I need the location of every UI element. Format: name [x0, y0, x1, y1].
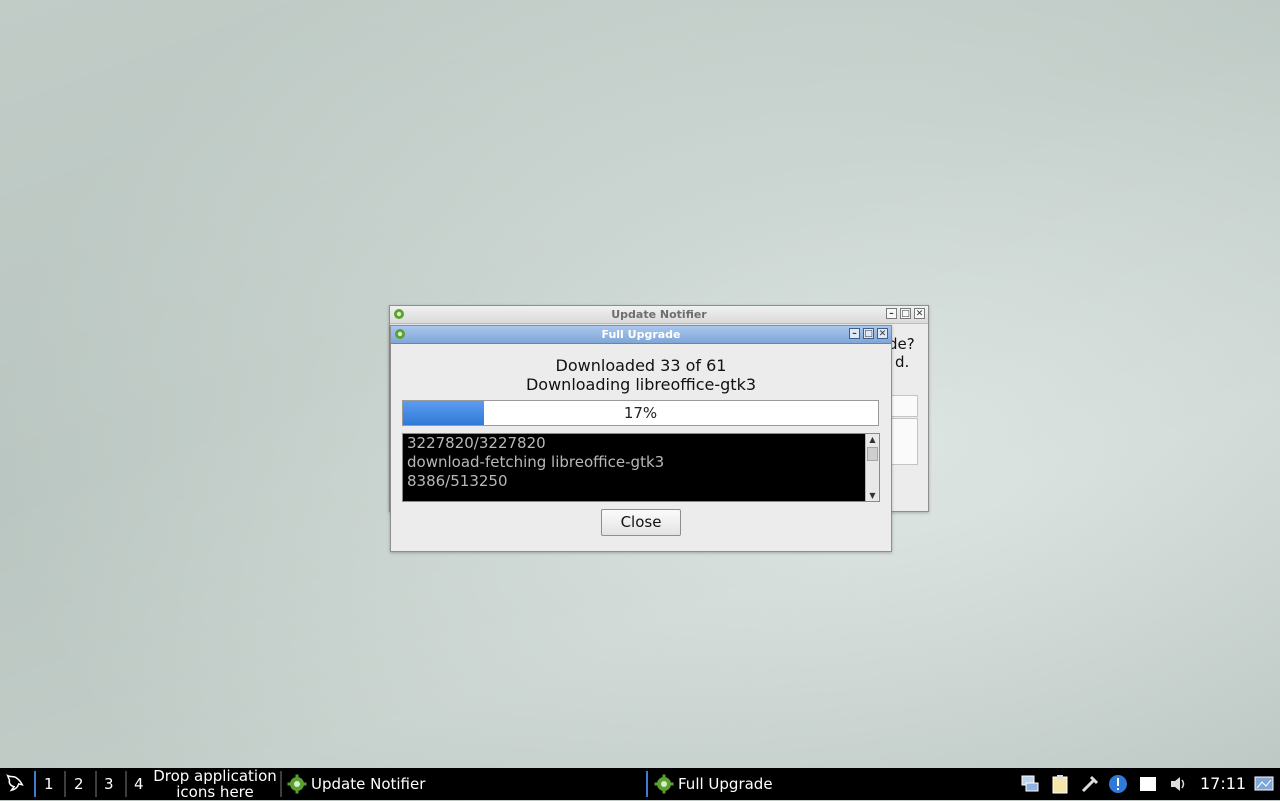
- log-scrollbar[interactable]: ▲ ▼: [865, 434, 879, 501]
- info-icon[interactable]: [1108, 774, 1128, 794]
- update-notifier-title: Update Notifier: [611, 308, 707, 321]
- workspace-2[interactable]: 2: [74, 768, 84, 800]
- gear-icon: [394, 309, 404, 319]
- notifier-list-header: [890, 395, 918, 417]
- gear-icon: [287, 774, 307, 794]
- update-notifier-titlebar[interactable]: Update Notifier – □ ✕: [390, 306, 928, 324]
- downloading-package: Downloading libreoffice-gtk3: [525, 375, 757, 394]
- workspace-4[interactable]: 4: [134, 768, 144, 800]
- downloaded-count: Downloaded 33 of 61: [555, 356, 727, 375]
- task-label: Full Upgrade: [678, 775, 773, 793]
- tools-icon[interactable]: [1080, 774, 1100, 794]
- launcher-drop-zone[interactable]: Drop application icons here: [150, 768, 280, 800]
- scroll-thumb[interactable]: [867, 447, 878, 461]
- menu-bird-icon[interactable]: [4, 772, 26, 794]
- workspace-3[interactable]: 3: [104, 768, 114, 800]
- notifier-text-line2: d.: [895, 353, 910, 371]
- task-update-notifier[interactable]: Update Notifier: [287, 768, 425, 800]
- drop-hint-line2: icons here: [176, 783, 254, 801]
- full-upgrade-titlebar[interactable]: Full Upgrade – □ ✕: [391, 326, 891, 344]
- close-icon[interactable]: ✕: [914, 308, 925, 319]
- taskbar: 1 2 3 4 Drop application icons here Upda…: [0, 768, 1280, 800]
- scroll-up-icon[interactable]: ▲: [866, 434, 879, 445]
- notes-icon[interactable]: [1138, 774, 1158, 794]
- maximize-icon[interactable]: □: [900, 308, 911, 319]
- log-line: 8386/513250: [407, 472, 508, 490]
- volume-icon[interactable]: [1168, 774, 1188, 794]
- gear-icon: [395, 329, 405, 339]
- network-icon[interactable]: [1020, 774, 1040, 794]
- desktop-icon[interactable]: [1254, 774, 1274, 794]
- maximize-icon[interactable]: □: [863, 328, 874, 339]
- scroll-down-icon[interactable]: ▼: [866, 490, 879, 501]
- progress-percent: 17%: [623, 404, 658, 422]
- clock[interactable]: 17:11: [1200, 768, 1246, 800]
- log-line: 3227820/3227820: [407, 434, 546, 452]
- log-line: download-fetching libreoffice-gtk3: [407, 453, 665, 471]
- notifier-text-line1: de?: [888, 335, 915, 353]
- gear-icon: [654, 774, 674, 794]
- full-upgrade-title: Full Upgrade: [601, 328, 681, 341]
- clipboard-icon[interactable]: [1050, 774, 1070, 794]
- workspace-1[interactable]: 1: [44, 768, 54, 800]
- terminal-log: 3227820/3227820 download-fetching libreof…: [402, 433, 880, 502]
- minimize-icon[interactable]: –: [886, 308, 897, 319]
- log-lines: 3227820/3227820 download-fetching libreof…: [407, 434, 664, 491]
- progress-bar: 17%: [402, 400, 879, 426]
- task-label: Update Notifier: [311, 775, 426, 793]
- notifier-list: [890, 418, 918, 465]
- task-full-upgrade[interactable]: Full Upgrade: [654, 768, 773, 800]
- minimize-icon[interactable]: –: [849, 328, 860, 339]
- close-icon[interactable]: ✕: [877, 328, 888, 339]
- close-button[interactable]: Close: [601, 509, 681, 536]
- drop-hint-line1: Drop application: [153, 767, 277, 785]
- full-upgrade-dialog[interactable]: Full Upgrade – □ ✕ Downloaded 33 of 61 D…: [390, 325, 892, 552]
